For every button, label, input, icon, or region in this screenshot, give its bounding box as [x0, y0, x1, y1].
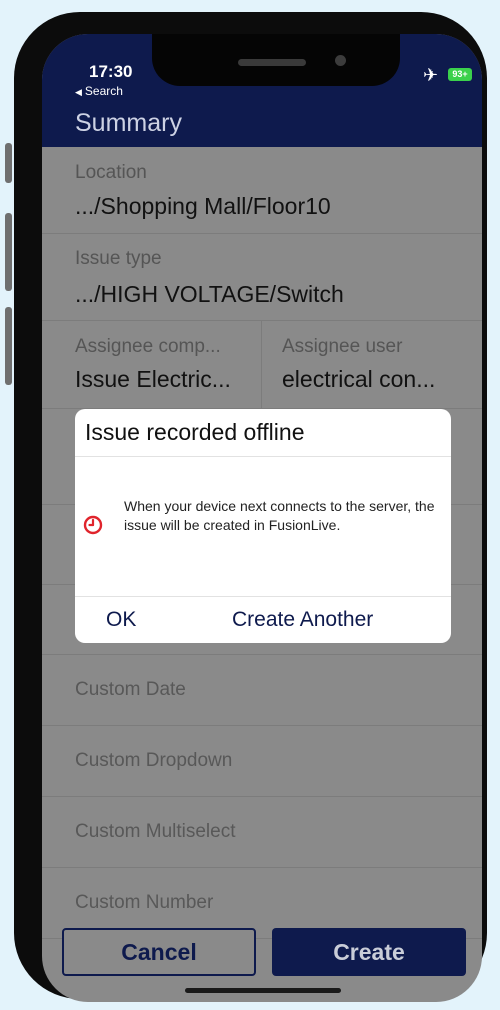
assignee-company-field[interactable]: Assignee comp... Issue Electric...	[42, 321, 262, 408]
field-label: Assignee user	[282, 336, 403, 357]
dialog-message: When your device next connects to the se…	[124, 498, 435, 533]
custom-multiselect-field[interactable]: Custom Multiselect	[42, 797, 482, 868]
cancel-button[interactable]: Cancel	[62, 928, 256, 976]
field-label: Custom Date	[75, 679, 186, 700]
phone-screen: 17:30 ◀ Search ✈ 93+ Summary Location ...…	[42, 34, 482, 1002]
page-title: Summary	[75, 109, 182, 137]
field-label: Issue type	[75, 248, 162, 269]
ok-button[interactable]: OK	[106, 608, 136, 632]
field-value: .../Shopping Mall/Floor10	[75, 193, 331, 219]
battery-icon: 93+	[448, 68, 472, 81]
volume-up-button	[5, 213, 12, 291]
dialog-divider	[75, 456, 451, 457]
status-time: 17:30	[89, 62, 133, 81]
dialog-title: Issue recorded offline	[85, 419, 305, 445]
home-indicator[interactable]	[185, 988, 341, 993]
assignee-row: Assignee comp... Issue Electric... Assig…	[42, 321, 482, 409]
speaker-grille	[238, 59, 306, 66]
field-label: Location	[75, 162, 147, 183]
phone-notch	[152, 34, 400, 86]
assignee-user-field[interactable]: Assignee user electrical con...	[262, 321, 482, 408]
location-field[interactable]: Location .../Shopping Mall/Floor10	[42, 147, 482, 234]
create-button[interactable]: Create	[272, 928, 466, 976]
field-label: Assignee comp...	[75, 336, 221, 357]
back-label: Search	[84, 84, 123, 98]
field-label: Custom Dropdown	[75, 750, 233, 771]
offline-alert-dialog: Issue recorded offline When your device …	[75, 409, 451, 643]
custom-dropdown-field[interactable]: Custom Dropdown	[42, 726, 482, 797]
field-value: Issue Electric...	[75, 366, 231, 392]
field-label: Custom Multiselect	[75, 821, 236, 842]
custom-date-field[interactable]: Custom Date	[42, 655, 482, 726]
dialog-divider	[75, 596, 451, 597]
field-value: electrical con...	[282, 366, 436, 392]
phone-frame: 17:30 ◀ Search ✈ 93+ Summary Location ...…	[14, 12, 487, 1002]
volume-down-button	[5, 307, 12, 385]
field-value: .../HIGH VOLTAGE/Switch	[75, 281, 344, 307]
field-label: Custom Number	[75, 892, 214, 913]
create-another-button[interactable]: Create Another	[232, 608, 373, 632]
airplane-icon: ✈	[423, 65, 439, 85]
back-to-search-link[interactable]: ◀ Search	[75, 84, 123, 98]
issue-type-field[interactable]: Issue type .../HIGH VOLTAGE/Switch	[42, 234, 482, 321]
mute-switch	[5, 143, 12, 183]
triangle-left-icon: ◀	[75, 87, 82, 97]
clock-icon	[83, 515, 103, 535]
front-camera	[335, 55, 346, 66]
app-header: 17:30 ◀ Search ✈ 93+ Summary	[42, 34, 482, 147]
